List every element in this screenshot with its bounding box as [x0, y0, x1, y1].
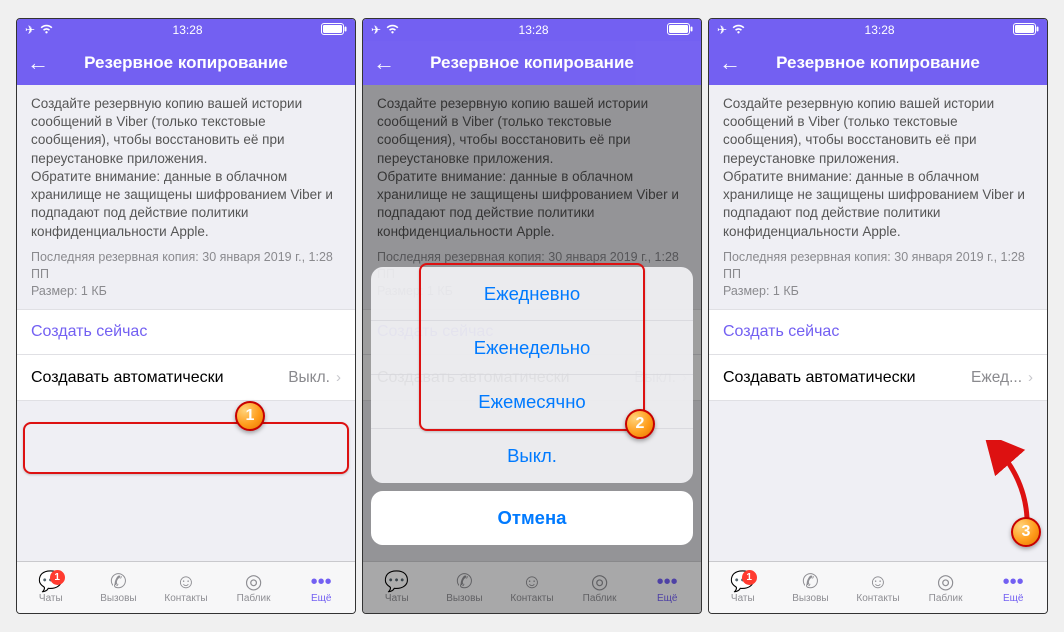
tab-chats[interactable]: 💬 1 Чаты	[17, 572, 85, 604]
tab-calls[interactable]: ✆Вызовы	[431, 572, 499, 604]
status-bar: ✈ 13:28	[17, 19, 355, 41]
tab-chats[interactable]: 💬 1 Чаты	[709, 572, 777, 604]
chevron-right-icon: ›	[336, 369, 341, 386]
chevron-right-icon: ›	[1028, 369, 1033, 386]
public-icon: ◎	[937, 572, 954, 592]
phone-icon: ✆	[802, 572, 819, 592]
content-area: Создайте резервную копию вашей истории с…	[363, 85, 701, 561]
tab-more-label: Ещё	[311, 593, 331, 604]
tab-bar: 💬 1 Чаты ✆ Вызовы ☺ Контакты ◎ Паблик ••…	[17, 561, 355, 613]
phone-screen-3: ✈ 13:28 ← Резервное копирование Создайте…	[708, 18, 1048, 614]
sheet-option-off[interactable]: Выкл.	[371, 429, 693, 483]
tab-more[interactable]: ••• Ещё	[287, 572, 355, 604]
page-title: Резервное копирование	[393, 53, 691, 73]
step-marker-1: 1	[235, 401, 265, 431]
tab-contacts-label: Контакты	[164, 593, 207, 604]
tab-public[interactable]: ◎Паблик	[566, 572, 634, 604]
phone-icon: ✆	[110, 572, 127, 592]
auto-backup-value: Выкл.	[288, 369, 330, 387]
status-time: 13:28	[173, 23, 203, 37]
public-icon: ◎	[245, 572, 262, 592]
auto-backup-cell[interactable]: Создавать автоматически Ежед... ›	[709, 355, 1047, 401]
tab-public[interactable]: ◎ Паблик	[220, 572, 288, 604]
tab-calls[interactable]: ✆Вызовы	[777, 572, 845, 604]
tab-chats-label: Чаты	[39, 593, 63, 604]
phone-screen-1: ✈ 13:28 ← Резервное копирование Создайте…	[16, 18, 356, 614]
phone-icon: ✆	[456, 572, 473, 592]
tab-contacts[interactable]: ☺Контакты	[498, 572, 566, 604]
auto-backup-label: Создавать автоматически	[31, 369, 288, 387]
back-button[interactable]: ←	[719, 52, 739, 74]
auto-backup-cell[interactable]: Создавать автоматически Выкл. ›	[17, 355, 355, 401]
tab-chats-label: Чаты	[731, 593, 755, 604]
status-time: 13:28	[865, 23, 895, 37]
annotation-arrow	[981, 440, 1041, 530]
phone-screen-2: ✈ 13:28 ← Резервное копирование Создайте…	[362, 18, 702, 614]
chats-badge: 1	[742, 570, 757, 585]
tab-calls[interactable]: ✆ Вызовы	[85, 572, 153, 604]
airplane-icon: ✈	[371, 23, 381, 37]
tab-more[interactable]: •••Ещё	[979, 572, 1047, 604]
battery-icon	[667, 23, 693, 38]
chats-badge: 1	[50, 570, 65, 585]
back-button[interactable]: ←	[27, 52, 47, 74]
status-bar: ✈ 13:28	[363, 19, 701, 41]
contact-icon: ☺	[522, 572, 542, 592]
page-title: Резервное копирование	[739, 53, 1037, 73]
contact-icon: ☺	[868, 572, 888, 592]
nav-bar: ← Резервное копирование	[17, 41, 355, 85]
wifi-icon	[385, 23, 400, 38]
highlight-box-1	[23, 422, 349, 474]
more-icon: •••	[311, 572, 332, 592]
tab-chats[interactable]: 💬Чаты	[363, 572, 431, 604]
create-now-cell[interactable]: Создать сейчас	[17, 309, 355, 355]
more-icon: •••	[1003, 572, 1024, 592]
wifi-icon	[731, 23, 746, 38]
sheet-cancel[interactable]: Отмена	[371, 491, 693, 545]
step-marker-3: 3	[1011, 517, 1041, 547]
tab-contacts[interactable]: ☺Контакты	[844, 572, 912, 604]
description-text: Создайте резервную копию вашей истории с…	[17, 85, 355, 245]
create-now-label: Создать сейчас	[31, 323, 147, 341]
content-area: Создайте резервную копию вашей истории с…	[709, 85, 1047, 561]
tab-public[interactable]: ◎Паблик	[912, 572, 980, 604]
battery-icon	[1013, 23, 1039, 38]
nav-bar: ← Резервное копирование	[709, 41, 1047, 85]
public-icon: ◎	[591, 572, 608, 592]
chat-icon: 💬	[384, 572, 409, 592]
sheet-option-monthly[interactable]: Ежемесячно	[371, 375, 693, 429]
action-sheet: Ежедневно Еженедельно Ежемесячно Выкл. О…	[371, 267, 693, 553]
create-now-cell[interactable]: Создать сейчас	[709, 309, 1047, 355]
wifi-icon	[39, 23, 54, 38]
battery-icon	[321, 23, 347, 38]
page-title: Резервное копирование	[47, 53, 345, 73]
status-bar: ✈ 13:28	[709, 19, 1047, 41]
contact-icon: ☺	[176, 572, 196, 592]
backup-meta: Последняя резервная копия: 30 января 201…	[709, 245, 1047, 310]
nav-bar: ← Резервное копирование	[363, 41, 701, 85]
tab-public-label: Паблик	[237, 593, 271, 604]
tab-bar: 💬Чаты ✆Вызовы ☺Контакты ◎Паблик •••Ещё	[363, 561, 701, 613]
description-text: Создайте резервную копию вашей истории с…	[709, 85, 1047, 245]
airplane-icon: ✈	[717, 23, 727, 37]
auto-backup-label: Создавать автоматически	[723, 369, 971, 387]
status-time: 13:28	[519, 23, 549, 37]
sheet-option-weekly[interactable]: Еженедельно	[371, 321, 693, 375]
tab-contacts[interactable]: ☺ Контакты	[152, 572, 220, 604]
back-button[interactable]: ←	[373, 52, 393, 74]
tab-calls-label: Вызовы	[100, 593, 136, 604]
more-icon: •••	[657, 572, 678, 592]
create-now-label: Создать сейчас	[723, 323, 839, 341]
content-area: Создайте резервную копию вашей истории с…	[17, 85, 355, 561]
backup-meta: Последняя резервная копия: 30 января 201…	[17, 245, 355, 310]
tab-bar: 💬 1 Чаты ✆Вызовы ☺Контакты ◎Паблик •••Ещ…	[709, 561, 1047, 613]
sheet-option-daily[interactable]: Ежедневно	[371, 267, 693, 321]
tab-more[interactable]: •••Ещё	[633, 572, 701, 604]
auto-backup-value: Ежед...	[971, 369, 1022, 387]
airplane-icon: ✈	[25, 23, 35, 37]
